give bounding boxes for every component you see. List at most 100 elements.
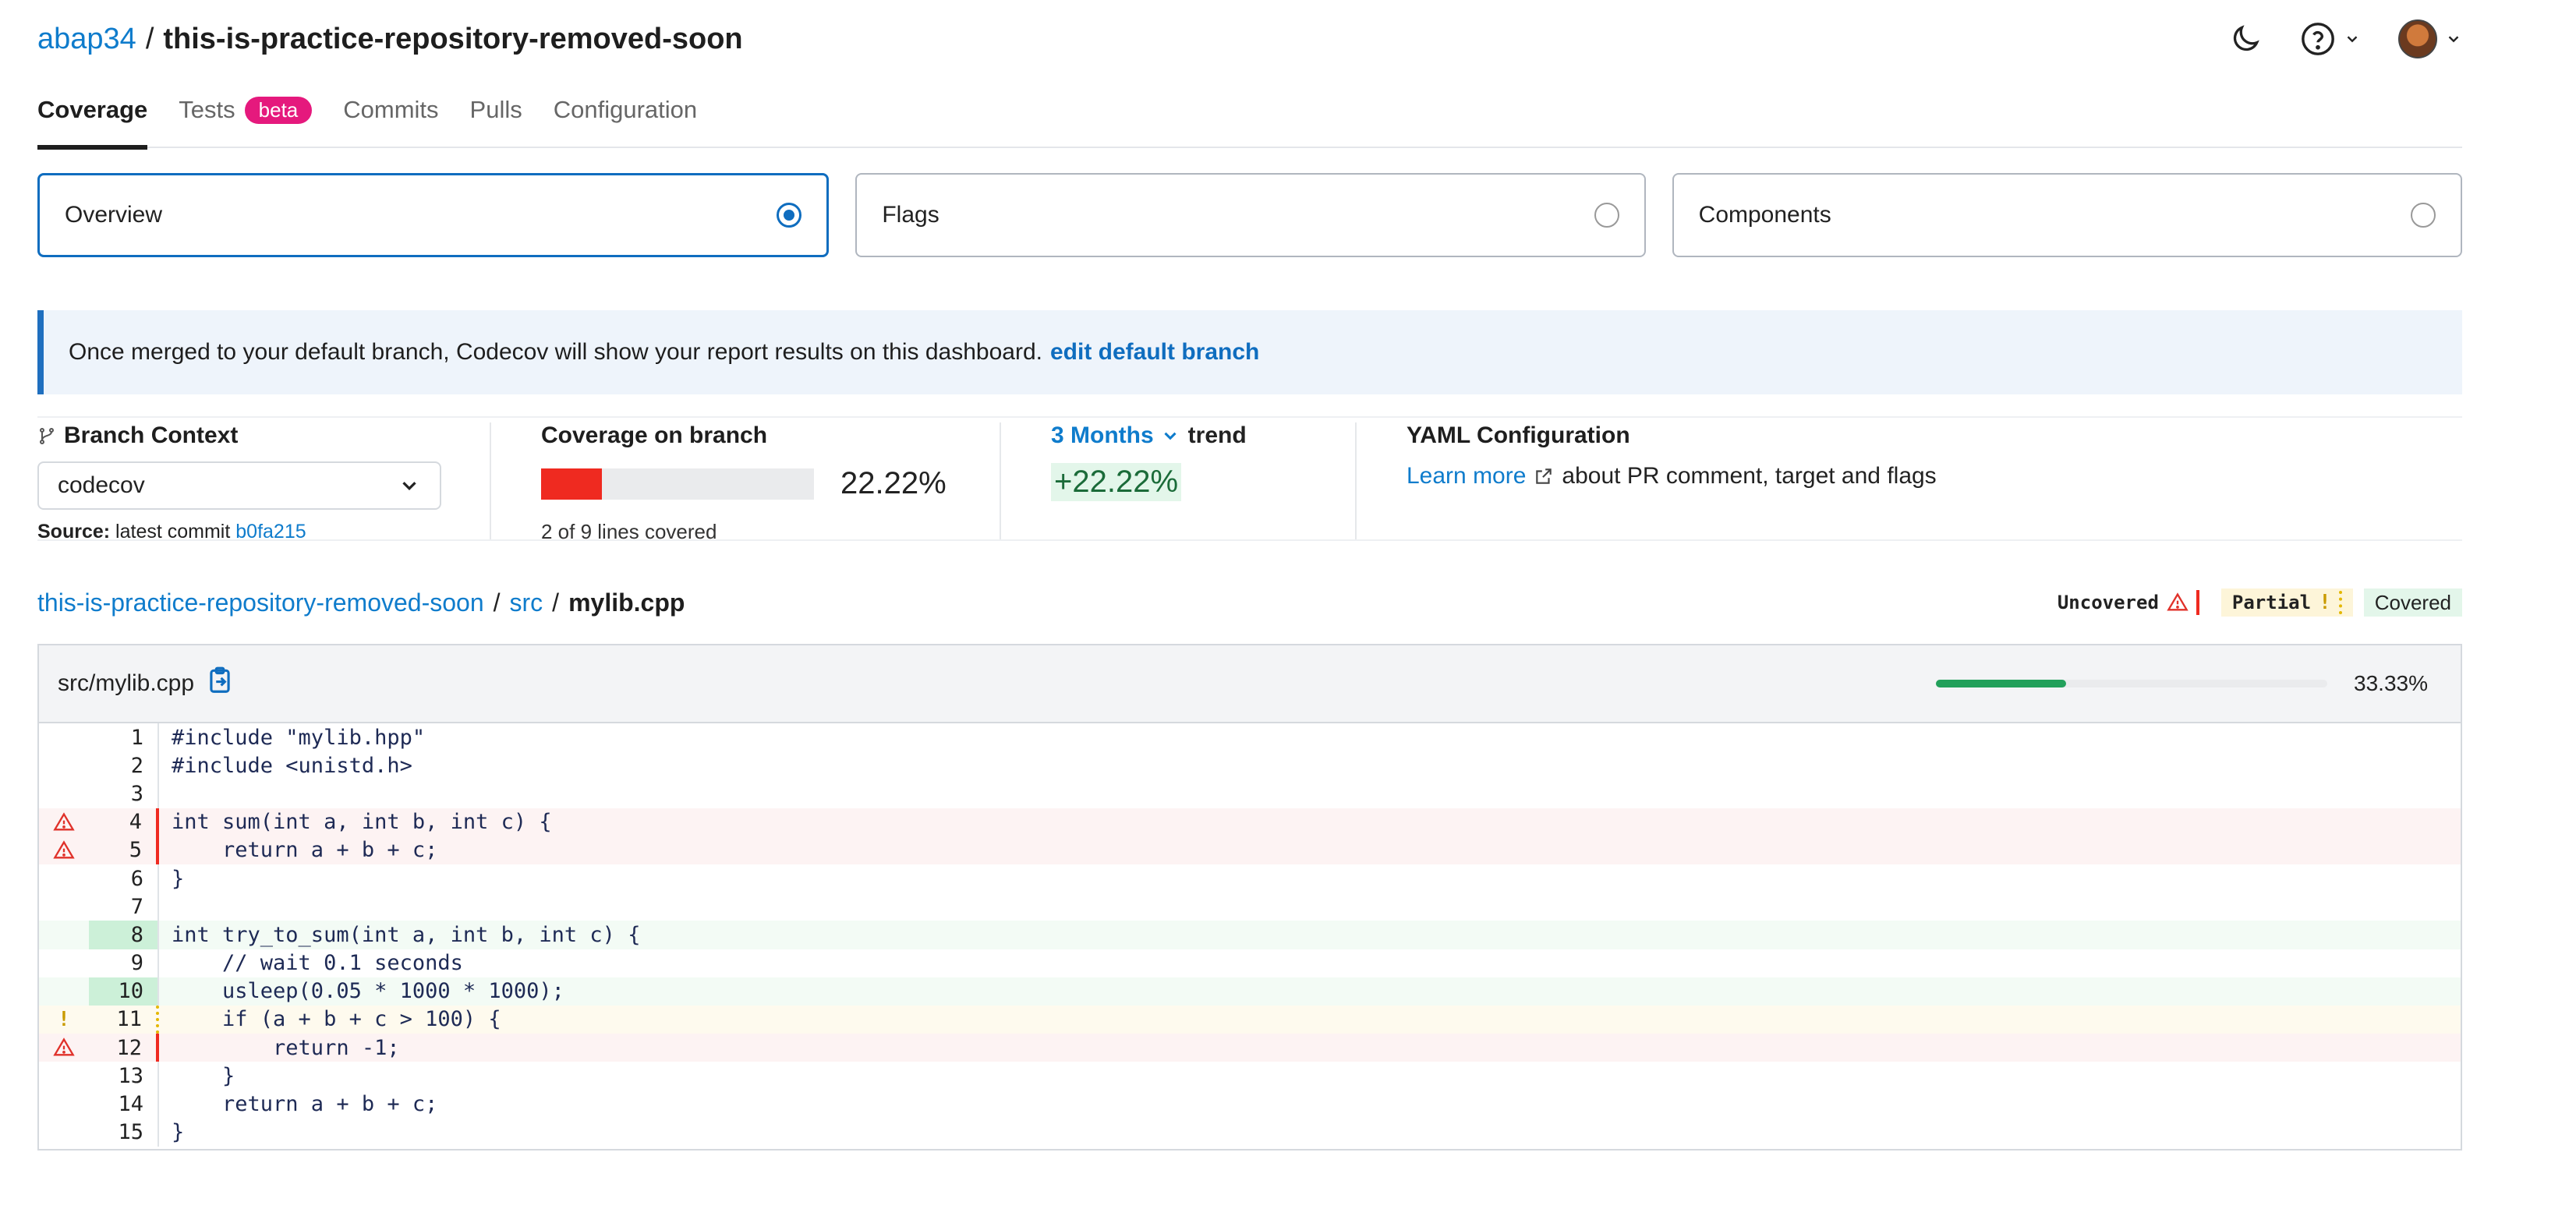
line-number[interactable]: 13 [89, 1062, 159, 1090]
file-viewer: src/mylib.cpp 33.33% 1 #include "mylib.hp… [37, 644, 2462, 1150]
line-source: return a + b + c; [172, 838, 438, 863]
partial-marker [2338, 591, 2342, 614]
gutter [39, 921, 89, 949]
trend-label: trend [1187, 422, 1247, 448]
line-number[interactable]: 2 [89, 751, 159, 780]
code-line: 2 #include <unistd.h> [39, 751, 2461, 780]
overview-card[interactable]: Overview [37, 173, 830, 257]
tab-label: Configuration [553, 96, 698, 123]
code-line: 5 return a + b + c; [39, 836, 2461, 864]
line-source: int try_to_sum(int a, int b, int c) { [172, 922, 641, 947]
header: abap34 / this-is-practice-repository-rem… [37, 16, 2462, 62]
flags-card[interactable]: Flags [855, 173, 1646, 257]
tab-pulls[interactable]: Pulls [470, 86, 522, 148]
chevron-down-icon [2347, 36, 2358, 43]
code-line: 9 // wait 0.1 seconds [39, 949, 2461, 977]
line-source: #include <unistd.h> [172, 753, 412, 778]
tab-label: Commits [343, 96, 439, 123]
gutter [39, 779, 89, 808]
owner-link[interactable]: abap34 [37, 23, 136, 56]
gutter [39, 864, 89, 892]
line-source: #include "mylib.hpp" [172, 725, 426, 750]
file-coverage-percent: 33.33% [2354, 671, 2428, 695]
repo-title: abap34 / this-is-practice-repository-rem… [37, 23, 743, 56]
coverage-progress-fill [541, 468, 602, 500]
page: abap34 / this-is-practice-repository-rem… [0, 0, 2576, 1230]
line-number[interactable]: 4 [89, 808, 159, 836]
code-line: 4 int sum(int a, int b, int c) { [39, 808, 2461, 836]
theme-toggle-button[interactable] [2228, 22, 2263, 56]
yaml-title: YAML Configuration [1407, 422, 1630, 448]
trend-period: 3 Months [1051, 422, 1154, 448]
avatar [2398, 19, 2437, 58]
file-header: src/mylib.cpp 33.33% [39, 645, 2461, 723]
user-menu-button[interactable] [2398, 19, 2462, 58]
uncovered-marker [2196, 590, 2199, 615]
line-source: return -1; [172, 1035, 400, 1060]
breadcrumb: this-is-practice-repository-removed-soon… [37, 588, 685, 617]
tab-tests[interactable]: Tests beta [179, 86, 313, 148]
gutter [39, 892, 89, 921]
edit-default-branch-link[interactable]: edit default branch [1050, 339, 1259, 366]
line-number[interactable]: 15 [89, 1118, 159, 1147]
breadcrumb-repo[interactable]: this-is-practice-repository-removed-soon [37, 588, 484, 617]
help-menu-button[interactable] [2300, 21, 2361, 57]
line-number[interactable]: 3 [89, 779, 159, 808]
line-number[interactable]: 6 [89, 864, 159, 893]
gutter [39, 751, 89, 779]
breadcrumb-dir[interactable]: src [510, 588, 543, 617]
commit-link[interactable]: b0fa215 [235, 521, 306, 543]
trend-value: +22.22% [1051, 463, 1182, 501]
branch-select-value: codecov [58, 472, 145, 498]
breadcrumb-sep: / [493, 588, 501, 617]
code-body: 1 #include "mylib.hpp" 2 #include <unistd.h… [39, 723, 2461, 1147]
line-number[interactable]: 14 [89, 1090, 159, 1119]
line-number[interactable]: 8 [89, 921, 159, 949]
code-line: 7 [39, 892, 2461, 921]
gutter [39, 949, 89, 977]
code-line: 12 return -1; [39, 1034, 2461, 1062]
coverage-lines: 2 of 9 lines covered [541, 520, 717, 543]
trend-title: 3 Months trend [1051, 422, 1355, 449]
warning-icon [39, 808, 89, 836]
legend-covered: Covered [2363, 588, 2462, 617]
gutter [39, 1062, 89, 1090]
trend-period-select[interactable]: 3 Months [1051, 422, 1180, 449]
line-number[interactable]: 9 [89, 949, 159, 977]
moon-icon [2233, 25, 2259, 51]
header-actions [2228, 19, 2462, 58]
coverage-percent: 22.22% [840, 466, 947, 500]
legend-uncovered-label: Uncovered [2057, 592, 2159, 613]
line-source: int sum(int a, int b, int c) { [172, 810, 552, 835]
flags-radio[interactable] [1594, 203, 1619, 228]
gutter [39, 1090, 89, 1118]
components-card[interactable]: Components [1672, 173, 2462, 257]
line-source: if (a + b + c > 100) { [172, 1007, 501, 1032]
line-number[interactable]: 10 [89, 977, 159, 1006]
branch-select[interactable]: codecov [37, 461, 441, 510]
source-label: Source: [37, 521, 111, 543]
code-line: 1 #include "mylib.hpp" [39, 723, 2461, 752]
tab-commits[interactable]: Commits [343, 86, 438, 148]
line-number[interactable]: 11 [89, 1005, 159, 1034]
line-number[interactable]: 7 [89, 892, 159, 921]
coverage-bar-row: 22.22% [541, 466, 1000, 501]
help-icon [2302, 23, 2334, 55]
tab-coverage[interactable]: Coverage [37, 86, 148, 150]
gutter [39, 977, 89, 1006]
copy-path-button[interactable] [205, 666, 235, 702]
learn-more-link[interactable]: Learn more [1407, 463, 1526, 490]
line-number[interactable]: 5 [89, 836, 159, 864]
file-coverage-bar [1936, 680, 2328, 687]
overview-radio[interactable] [777, 203, 802, 228]
branch-context-title: Branch Context [37, 422, 490, 449]
branch-context-label: Branch Context [64, 422, 239, 448]
file-breadcrumb-row: this-is-practice-repository-removed-soon… [37, 581, 2462, 624]
trend: 3 Months trend +22.22% [1001, 418, 1355, 543]
components-radio[interactable] [2410, 203, 2436, 228]
tab-configuration[interactable]: Configuration [554, 86, 697, 148]
line-number[interactable]: 1 [89, 723, 159, 752]
line-number[interactable]: 12 [89, 1034, 159, 1062]
breadcrumb-sep: / [552, 588, 560, 617]
line-source: usleep(0.05 * 1000 * 1000); [172, 979, 564, 1004]
